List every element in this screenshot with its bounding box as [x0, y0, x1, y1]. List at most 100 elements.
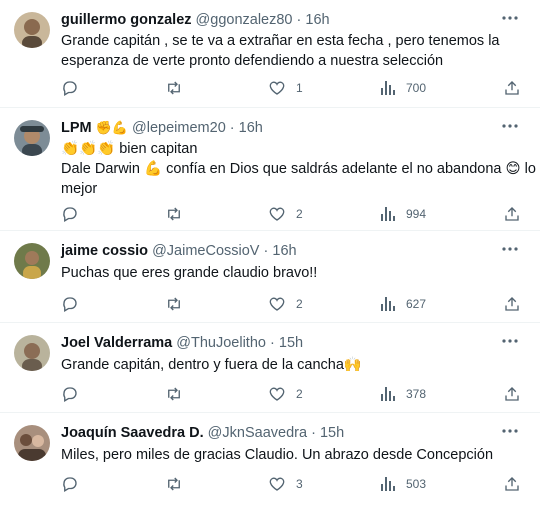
- share-button[interactable]: [503, 383, 521, 405]
- user-handle[interactable]: @lepeimem20: [132, 120, 226, 136]
- more-icon[interactable]: [498, 239, 522, 259]
- share-icon: [505, 207, 519, 221]
- tweet-header: Joaquín Saavedra D. @JknSaavedra · 15h: [61, 424, 344, 442]
- more-icon[interactable]: [498, 331, 522, 351]
- like-button[interactable]: 2: [268, 293, 303, 315]
- views-button[interactable]: 700: [380, 77, 426, 99]
- display-name[interactable]: LPM: [61, 120, 92, 136]
- timestamp[interactable]: 16h: [305, 12, 329, 28]
- more-icon[interactable]: [498, 116, 522, 136]
- timestamp[interactable]: 15h: [320, 425, 344, 441]
- more-icon[interactable]: [498, 421, 522, 441]
- avatar[interactable]: [14, 12, 50, 48]
- heart-icon: [269, 81, 285, 95]
- retweet-icon: [168, 207, 180, 221]
- avatar[interactable]: [14, 243, 50, 279]
- views-button[interactable]: 378: [380, 383, 426, 405]
- tweet-text-line: Miles, pero miles de gracias Claudio. Un…: [61, 447, 494, 463]
- tweet[interactable]: LPM ✊💪 @lepeimem20 · 16h 👏👏👏 bien capita…: [0, 108, 540, 231]
- reply-icon: [63, 477, 77, 492]
- tweet-actions: 2 994: [58, 203, 528, 225]
- name-emoji: ✊💪: [95, 121, 129, 136]
- views-button[interactable]: 503: [380, 473, 426, 495]
- avatar[interactable]: [14, 425, 50, 461]
- tweet-text: Grande capitán , se te va a extrañar en …: [61, 31, 521, 71]
- like-count: 2: [296, 387, 303, 401]
- like-button[interactable]: 3: [268, 473, 303, 495]
- separator: ·: [263, 243, 269, 259]
- tweet-header: Joel Valderrama @ThuJoelitho · 15h: [61, 334, 303, 352]
- user-handle[interactable]: @ThuJoelitho: [176, 335, 266, 351]
- like-count: 1: [296, 81, 303, 95]
- reply-button[interactable]: [61, 473, 79, 495]
- tweet-text: Miles, pero miles de gracias Claudio. Un…: [61, 445, 521, 465]
- views-icon: [381, 207, 395, 221]
- tweet[interactable]: Joaquín Saavedra D. @JknSaavedra · 15h M…: [0, 413, 540, 507]
- reply-button[interactable]: [61, 293, 79, 315]
- views-button[interactable]: 627: [380, 293, 426, 315]
- display-name[interactable]: Joaquín Saavedra D.: [61, 425, 204, 441]
- more-icon[interactable]: [498, 8, 522, 28]
- tweet[interactable]: Joel Valderrama @ThuJoelitho · 15h Grand…: [0, 323, 540, 413]
- views-button[interactable]: 994: [380, 203, 426, 225]
- like-count: 2: [296, 297, 303, 311]
- heart-icon: [269, 387, 285, 401]
- reply-icon: [63, 387, 77, 402]
- user-handle[interactable]: @JaimeCossioV: [152, 243, 259, 259]
- retweet-icon: [168, 297, 180, 311]
- share-button[interactable]: [503, 203, 521, 225]
- share-icon: [505, 477, 519, 491]
- share-icon: [505, 387, 519, 401]
- display-name[interactable]: Joel Valderrama: [61, 335, 172, 351]
- timestamp[interactable]: 16h: [272, 243, 296, 259]
- retweet-button[interactable]: [164, 77, 184, 99]
- tweet-header: jaime cossio @JaimeCossioV · 16h: [61, 242, 297, 260]
- like-button[interactable]: 2: [268, 383, 303, 405]
- display-name[interactable]: jaime cossio: [61, 243, 148, 259]
- retweet-icon: [168, 477, 180, 491]
- tweet-actions: 2 627: [58, 293, 528, 315]
- user-handle[interactable]: @JknSaavedra: [208, 425, 307, 441]
- timestamp[interactable]: 15h: [279, 335, 303, 351]
- heart-icon: [269, 207, 285, 221]
- tweet-header: LPM ✊💪 @lepeimem20 · 16h: [61, 119, 263, 138]
- tweet-text-line: mejor: [61, 181, 98, 197]
- retweet-button[interactable]: [164, 383, 184, 405]
- reply-button[interactable]: [61, 383, 79, 405]
- timestamp[interactable]: 16h: [239, 120, 263, 136]
- views-icon: [381, 297, 395, 311]
- view-count: 627: [406, 297, 427, 311]
- tweet-text: 👏👏👏 bien capitan Dale Darwin 💪 confía en…: [61, 139, 536, 199]
- share-icon: [505, 81, 519, 95]
- retweet-button[interactable]: [164, 473, 184, 495]
- retweet-button[interactable]: [164, 203, 184, 225]
- display-name[interactable]: guillermo gonzalez: [61, 12, 192, 28]
- retweet-button[interactable]: [164, 293, 184, 315]
- user-handle[interactable]: @ggonzalez80: [196, 12, 293, 28]
- reply-icon: [63, 297, 77, 312]
- separator: ·: [296, 12, 302, 28]
- share-button[interactable]: [503, 293, 521, 315]
- tweet[interactable]: guillermo gonzalez @ggonzalez80 · 16h Gr…: [0, 0, 540, 108]
- tweet-actions: 1 700: [58, 77, 528, 99]
- like-button[interactable]: 2: [268, 203, 303, 225]
- view-count: 700: [406, 81, 427, 95]
- tweet-header: guillermo gonzalez @ggonzalez80 · 16h: [61, 11, 330, 29]
- share-button[interactable]: [503, 77, 521, 99]
- tweet-text-line: Dale Darwin 💪 confía en Dios que saldrás…: [61, 161, 536, 177]
- tweet-text: Grande capitán, dentro y fuera de la can…: [61, 355, 521, 375]
- reply-button[interactable]: [61, 203, 79, 225]
- like-count: 2: [296, 207, 303, 221]
- reply-icon: [63, 81, 77, 96]
- tweet[interactable]: jaime cossio @JaimeCossioV · 16h Puchas …: [0, 231, 540, 323]
- share-button[interactable]: [503, 473, 521, 495]
- avatar[interactable]: [14, 120, 50, 156]
- views-icon: [381, 81, 395, 95]
- tweet-text-line: esperanza de verte pronto defendiendo a …: [61, 53, 444, 69]
- reply-button[interactable]: [61, 77, 79, 99]
- share-icon: [505, 297, 519, 311]
- avatar[interactable]: [14, 335, 50, 371]
- like-count: 3: [296, 477, 303, 491]
- like-button[interactable]: 1: [268, 77, 303, 99]
- views-icon: [381, 477, 395, 491]
